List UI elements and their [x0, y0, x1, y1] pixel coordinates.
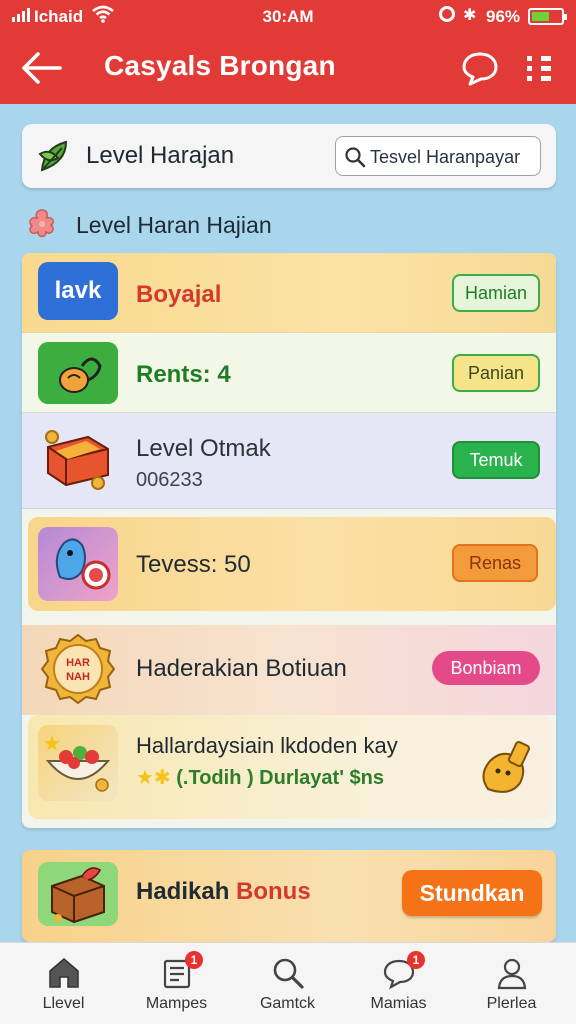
- nav-label: Mampes: [145, 995, 208, 1012]
- row-rewards: ★✱ (.Todih ) Durlayat' $ns: [136, 765, 384, 790]
- notification-badge: 1: [185, 951, 203, 969]
- search-icon: [345, 147, 366, 168]
- basket-icon: [38, 342, 118, 404]
- list-item-level-otmak[interactable]: Level Otmak 006233 Temuk: [22, 413, 556, 509]
- nav-item-plerlea[interactable]: Plerlea: [454, 943, 569, 1024]
- food-bowl-icon: [38, 725, 118, 801]
- list-item-hallardaysiain[interactable]: Hallardaysiain lkdoden kay ★✱ (.Todih ) …: [28, 715, 552, 819]
- stundkan-button[interactable]: Stundkan: [402, 870, 542, 916]
- row-title: Tevess: 50: [136, 551, 251, 578]
- status-bar: Ichaid 30:AM ✱ 96%: [0, 0, 576, 34]
- golden-figure-icon: [468, 735, 538, 805]
- row-code: 006233: [136, 469, 203, 491]
- hamian-button-label: Hamian: [464, 282, 528, 303]
- bluetooth-icon: ✱: [463, 7, 477, 24]
- bonbiam-button-label: Bonbiam: [450, 657, 522, 678]
- panian-button[interactable]: Panian: [452, 354, 540, 392]
- blob-character-icon: [38, 527, 118, 601]
- nav-label: Plerlea: [486, 995, 537, 1012]
- lavk-badge-text: lavk: [54, 277, 102, 304]
- nav-item-mamias[interactable]: 1 Mamias: [341, 943, 456, 1024]
- row-title: Boyajal: [136, 281, 222, 308]
- battery-icon: [528, 8, 567, 25]
- lavk-badge-icon: lavk: [38, 262, 118, 320]
- row-reward-text: (.Todih ) Durlayat' $ns: [176, 767, 384, 789]
- nav-label: Gamtck: [259, 995, 316, 1012]
- back-arrow-icon[interactable]: [20, 50, 64, 86]
- star-icon: ★✱: [136, 767, 171, 789]
- bottom-nav: Llevel 1 Mampes Gamtck 1 Mamias Plerlea: [0, 942, 576, 1024]
- treasure-chest-icon: [38, 427, 118, 490]
- home-icon: [49, 958, 79, 988]
- seal-badge-icon: HAR NAH: [38, 631, 118, 709]
- renas-button[interactable]: Renas: [452, 544, 538, 582]
- row-title: Haderakian Botiuan: [136, 655, 347, 682]
- panian-button-label: Panian: [467, 362, 525, 383]
- level-list: lavk Boyajal Hamian Rents: 4 Panian Leve…: [22, 253, 556, 828]
- profile-icon: [497, 958, 527, 990]
- nav-label: Llevel: [42, 995, 85, 1012]
- search-icon: [273, 958, 304, 989]
- menu-grid-icon[interactable]: [522, 50, 556, 86]
- list-item-haderakian[interactable]: HAR NAH Haderakian Botiuan Bonbiam: [22, 625, 556, 715]
- svg-text:HAR: HAR: [66, 657, 90, 669]
- renas-button-label: Renas: [468, 552, 522, 573]
- app-bar: Ichaid 30:AM ✱ 96% Casyals Brongan: [0, 0, 576, 104]
- hamian-button[interactable]: Hamian: [452, 274, 540, 312]
- page-title: Casyals Brongan: [104, 50, 336, 81]
- stundkan-button-label: Stundkan: [419, 879, 525, 906]
- temuk-button-label: Temuk: [469, 449, 523, 470]
- nav-item-gamtck[interactable]: Gamtck: [230, 943, 345, 1024]
- row-title: Rents: 4: [136, 361, 231, 388]
- bonus-card[interactable]: Hadikah Bonus Stundkan: [22, 850, 556, 942]
- nav-label: Mamias: [370, 995, 427, 1012]
- chat-bubble-icon[interactable]: [460, 50, 500, 86]
- row-title: Hallardaysiain lkdoden kay: [136, 733, 398, 758]
- bonus-title: Hadikah Bonus: [136, 878, 311, 906]
- bonus-title-part2: Bonus: [236, 878, 311, 905]
- nav-item-llevel[interactable]: Llevel: [6, 943, 121, 1024]
- svg-text:NAH: NAH: [66, 671, 90, 683]
- notification-badge: 1: [407, 951, 425, 969]
- gift-box-icon: [38, 862, 118, 926]
- alarm-icon: [439, 6, 455, 22]
- header-card: Level Harajan: [22, 124, 556, 188]
- battery-percent: 96%: [486, 7, 521, 26]
- header-title: Level Harajan: [86, 142, 235, 169]
- leaf-icon: [38, 140, 68, 172]
- search-box[interactable]: [335, 136, 541, 176]
- nav-item-mampes[interactable]: 1 Mampes: [119, 943, 234, 1024]
- row-title: Level Otmak: [136, 435, 271, 462]
- search-input[interactable]: [370, 143, 536, 171]
- list-item-boyajal[interactable]: lavk Boyajal Hamian: [22, 253, 556, 333]
- bonus-title-part1: Hadikah: [136, 878, 237, 905]
- section-title: Level Haran Hajian: [76, 212, 272, 238]
- list-item-tevess[interactable]: Tevess: 50 Renas: [28, 517, 556, 611]
- flower-icon: [29, 209, 54, 238]
- temuk-button[interactable]: Temuk: [452, 441, 540, 479]
- list-item-rents[interactable]: Rents: 4 Panian: [22, 333, 556, 413]
- bonbiam-button[interactable]: Bonbiam: [432, 651, 540, 685]
